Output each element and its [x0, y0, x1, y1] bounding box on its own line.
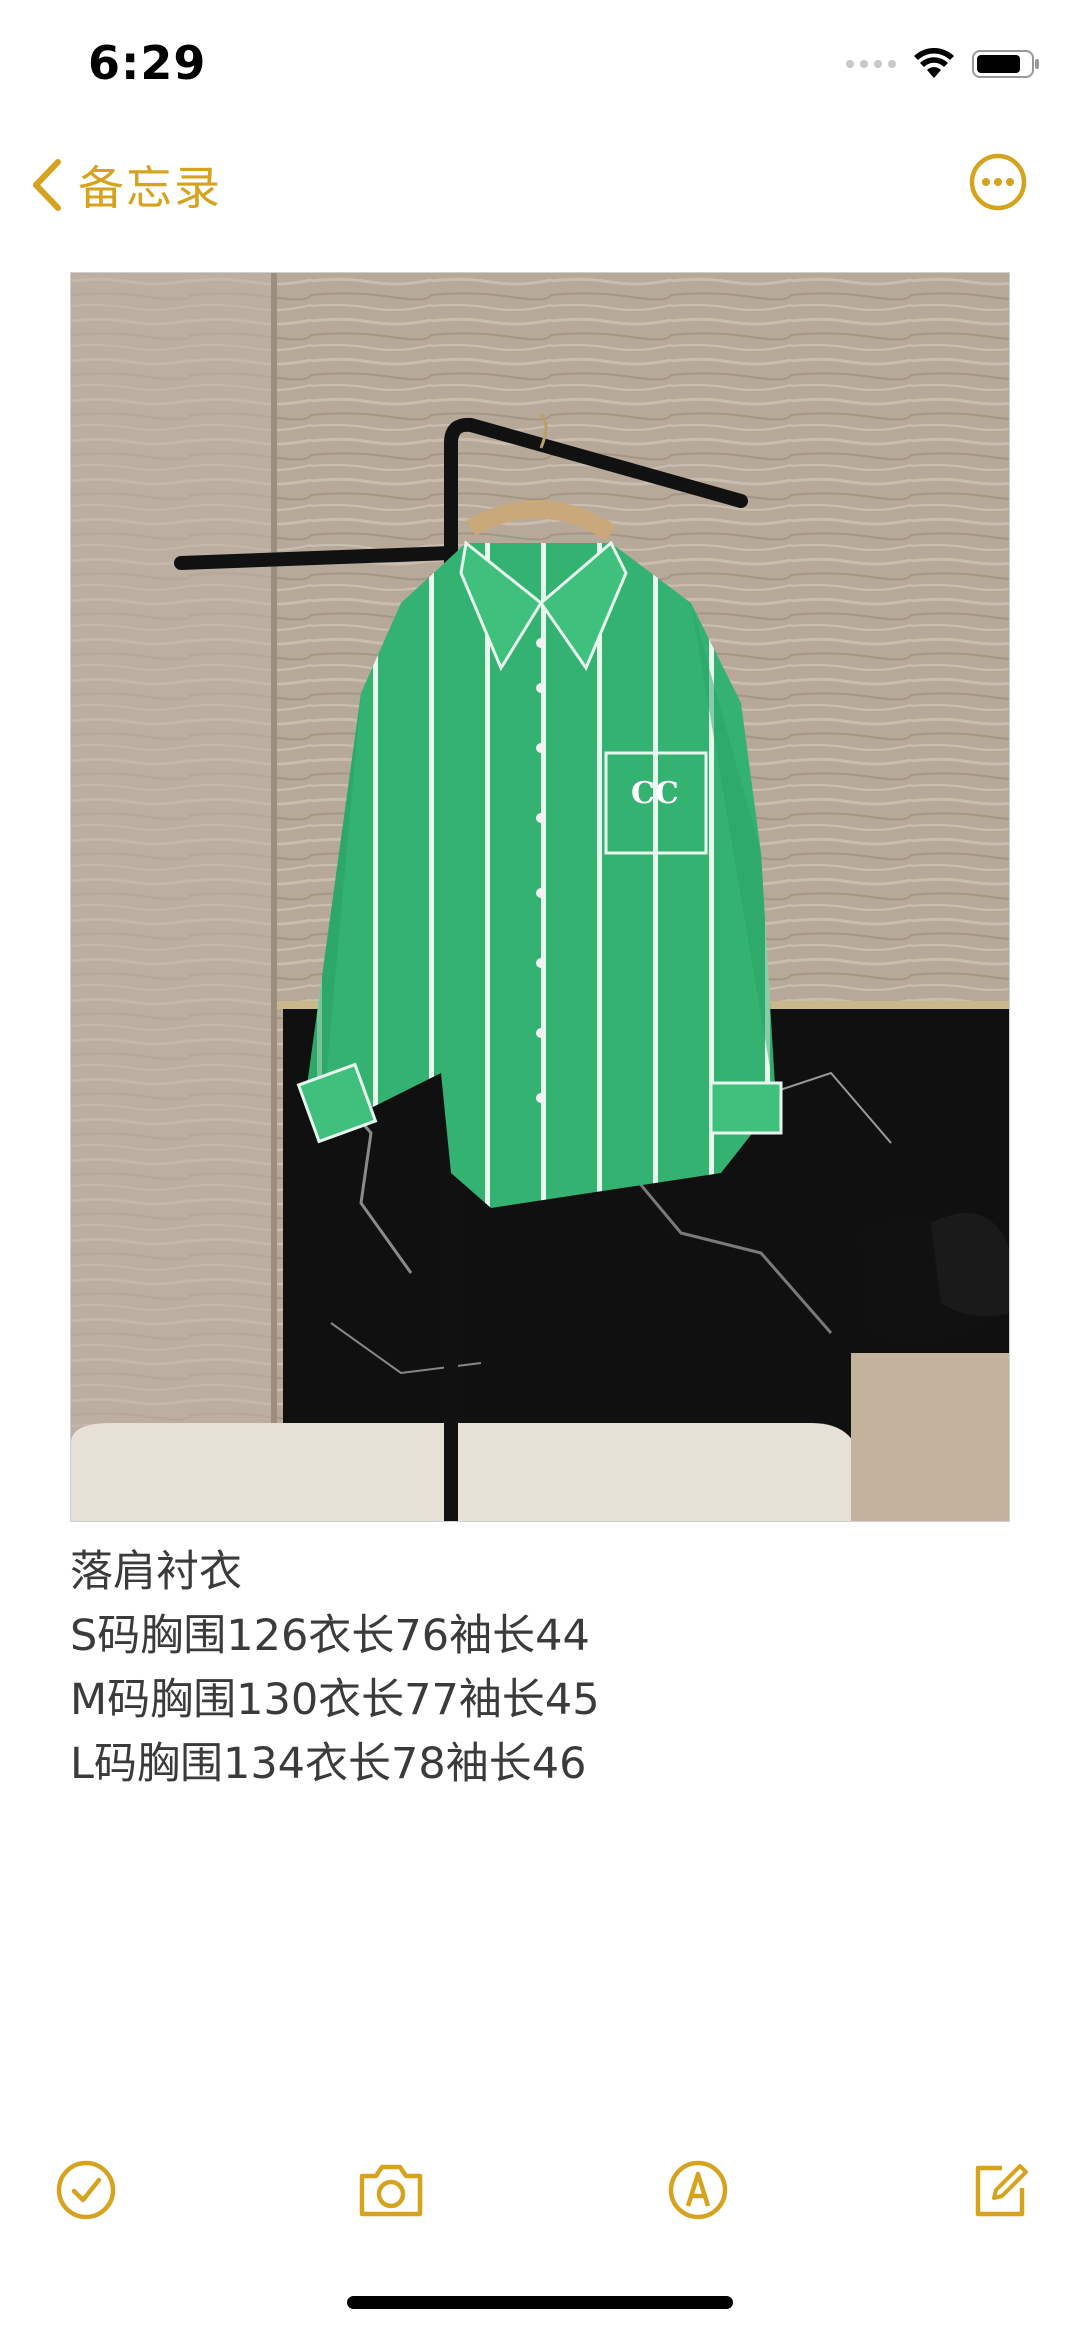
checklist-icon [56, 2160, 116, 2220]
compose-icon [975, 2164, 1028, 2217]
back-label: 备忘录 [78, 161, 222, 215]
bottom-toolbar [0, 2150, 1080, 2230]
note-body[interactable]: 落肩衬衣 S码胸围126衣长76袖长44 M码胸围130衣长77袖长45 L码胸… [70, 1540, 1010, 1796]
note-title-line: 落肩衬衣 [70, 1547, 242, 1597]
camera-icon [359, 2164, 423, 2217]
note-line-size-s: S码胸围126衣长76袖长44 [70, 1611, 590, 1661]
status-bar: 6:29 [0, 0, 1080, 132]
wifi-icon [914, 48, 954, 78]
back-button[interactable]: 备忘录 [30, 150, 222, 220]
status-time: 6:29 [88, 36, 207, 90]
notes-screen: 6:29 备忘录 CC 落肩衬衣 S码胸围126衣长76袖长44 M码胸围130… [0, 0, 1080, 2337]
home-indicator[interactable] [347, 2296, 733, 2309]
markup-icon [668, 2160, 728, 2220]
camera-button[interactable] [356, 2158, 426, 2222]
note-line-size-l: L码胸围134衣长78袖长46 [70, 1739, 587, 1789]
more-button[interactable] [968, 152, 1028, 212]
ellipsis-circle-icon [969, 153, 1027, 211]
markup-button[interactable] [666, 2158, 730, 2222]
status-icons [846, 44, 1042, 84]
cellular-signal-icon [846, 60, 896, 68]
chevron-left-icon [33, 159, 61, 211]
battery-icon [972, 50, 1039, 78]
svg-text:CC: CC [631, 776, 679, 811]
nav-bar: 备忘录 [0, 140, 1080, 240]
note-line-size-m: M码胸围130衣长77袖长45 [70, 1675, 600, 1725]
checklist-button[interactable] [54, 2158, 118, 2222]
compose-button[interactable] [968, 2158, 1032, 2222]
note-photo[interactable]: CC [70, 272, 1010, 1522]
